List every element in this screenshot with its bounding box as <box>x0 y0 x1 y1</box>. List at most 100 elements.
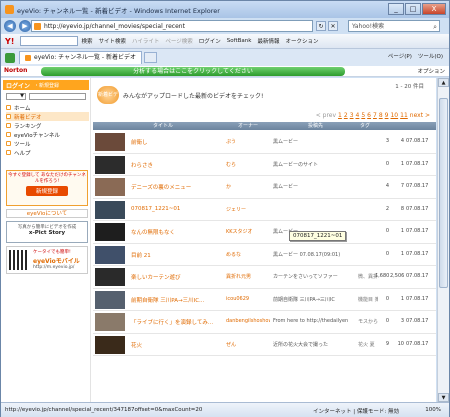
page-link[interactable]: 10 <box>390 112 398 119</box>
sidebar-item-new-videos[interactable]: 新着ビデオ <box>6 112 89 121</box>
video-title-link[interactable]: 花火 <box>131 341 221 349</box>
video-thumbnail[interactable] <box>95 223 125 241</box>
yahoo-search-input[interactable] <box>20 36 79 46</box>
new-tab-button[interactable] <box>143 52 157 63</box>
yahoo-logo[interactable]: Y! <box>5 37 14 46</box>
page-link[interactable]: 1 <box>338 112 342 119</box>
video-title-link[interactable]: わらさき <box>131 161 221 169</box>
forward-arrow-icon[interactable]: ▶ <box>19 20 31 32</box>
maximize-button[interactable]: □ <box>405 3 421 15</box>
about-link[interactable]: eyeVioについて <box>6 209 88 218</box>
owner-link[interactable]: 異折れ元男 <box>226 273 270 280</box>
owner-link[interactable]: ぷう <box>226 138 270 145</box>
page-link[interactable]: 8 <box>379 112 383 119</box>
toolbar-item[interactable]: 検索 <box>81 37 92 45</box>
page-link[interactable]: 2 <box>344 112 348 119</box>
back-arrow-icon[interactable]: ◀ <box>4 20 16 32</box>
next-link[interactable]: next > <box>410 112 430 119</box>
page-link[interactable]: 3 <box>350 112 354 119</box>
video-title-link[interactable]: 「ライブに行く」を演録してみ... <box>131 318 221 326</box>
address-buttons: ↻ ✕ <box>316 21 338 31</box>
toolbar-item[interactable]: ハイライト <box>132 37 159 45</box>
prev-link[interactable]: < prev <box>316 112 336 119</box>
owner-link[interactable]: danbengilshoshow <box>226 318 270 324</box>
page-link[interactable]: 6 <box>367 112 371 119</box>
sidebar-item-channels[interactable]: eyeVioチャンネル <box>6 130 89 139</box>
channel-icon <box>6 132 11 137</box>
toolbar-item[interactable]: 最新情報 <box>257 37 279 45</box>
toolbar-item[interactable]: ログイン <box>199 37 221 45</box>
video-thumbnail[interactable] <box>95 155 125 174</box>
page-link[interactable]: 9 <box>385 112 389 119</box>
page-link[interactable]: 5 <box>361 112 365 119</box>
video-title-link[interactable]: 目前 21 <box>131 251 221 259</box>
tools-menu[interactable]: ツール(O) <box>418 52 443 60</box>
page-content: ログイン ・新規登録 ▼ ホーム 新着ビデオ ランキング eyeVioチャンネル… <box>1 78 436 402</box>
sidebar-search-input[interactable] <box>29 93 86 100</box>
search-icon[interactable]: ⌕ <box>433 22 437 33</box>
toolbar-item[interactable]: サイト検索 <box>98 37 126 45</box>
address-bar[interactable]: http://eyevio.jp/channel_movies/special_… <box>31 20 313 32</box>
sidebar-item-help[interactable]: ヘルプ <box>6 148 89 157</box>
stop-icon[interactable]: ✕ <box>328 21 338 31</box>
video-thumbnail[interactable] <box>95 268 125 286</box>
owner-link[interactable]: KKスタジオ <box>226 228 270 235</box>
view-count: 2 <box>385 205 389 212</box>
table-row: 070817_1221~01 ジェリー 2 8 07.08.17 <box>93 199 436 221</box>
video-thumbnail[interactable] <box>95 245 125 264</box>
register-link[interactable]: ・新規登録 <box>34 82 59 89</box>
minimize-button[interactable]: _ <box>388 3 404 15</box>
video-thumbnail[interactable] <box>95 290 125 309</box>
owner-link[interactable]: ぜん <box>226 341 270 348</box>
sidebar-item-ranking[interactable]: ランキング <box>6 121 89 130</box>
login-link[interactable]: ログイン <box>6 81 30 90</box>
page-link[interactable]: 4 <box>356 112 360 119</box>
tab-active[interactable]: eyeVio: チャンネル一覧 - 新着ビデオ <box>19 51 142 64</box>
video-title-link[interactable]: 前期自衛隊 三川PA→三川IC... <box>131 296 221 304</box>
refresh-icon[interactable]: ↻ <box>316 21 326 31</box>
video-thumbnail[interactable] <box>95 313 125 331</box>
scroll-thumb[interactable] <box>439 98 448 288</box>
browser-window: eyeVio: チャンネル一覧 - 新着ビデオ - Windows Intern… <box>0 0 450 417</box>
video-thumbnail[interactable] <box>95 335 125 354</box>
norton-logo: Norton <box>4 67 28 74</box>
page-link[interactable]: 11 <box>400 112 408 119</box>
xpict-banner[interactable]: 写真から簡単にビデオを作成 x-Pict Story <box>6 221 88 243</box>
toolbar-item[interactable]: ページ検索 <box>165 37 192 45</box>
norton-message[interactable]: 分析する場合はここをクリックしてください <box>41 67 345 76</box>
video-title-link[interactable]: 前衛し <box>131 138 221 146</box>
status-url: http://eyevio.jp/channel/special_recent/… <box>5 407 203 413</box>
vertical-scrollbar[interactable]: ▲ ▼ <box>437 78 449 402</box>
page-menu[interactable]: ページ(P) <box>388 52 412 60</box>
favorites-star-icon[interactable] <box>5 52 15 63</box>
video-thumbnail[interactable] <box>95 178 125 196</box>
norton-options[interactable]: オプション <box>417 67 445 75</box>
search-input[interactable]: Yahoo!検索 ⌕ <box>348 20 440 32</box>
page-link[interactable]: 7 <box>373 112 377 119</box>
close-button[interactable]: X <box>422 3 446 15</box>
owner-link[interactable]: icou0629 <box>226 296 270 302</box>
owner-link[interactable]: むら <box>226 161 270 168</box>
video-thumbnail[interactable] <box>95 200 125 219</box>
video-title-link[interactable]: 楽しいカーテン遊び <box>131 273 221 281</box>
owner-link[interactable]: ジェリー <box>226 206 270 213</box>
banner-title: x-Pict Story <box>28 230 66 236</box>
video-title-link[interactable]: なんの無限もなく <box>131 228 221 236</box>
mobile-banner[interactable]: ケータイでも簡単! eyeVioモバイル http://m.eyevio.jp/ <box>6 246 88 274</box>
owner-link[interactable]: か <box>226 183 270 190</box>
scroll-up-icon[interactable]: ▲ <box>438 78 449 87</box>
main-content: 新着ビデオ みんながアップロードした最新のビデオをチェック! 1 - 20 件目… <box>91 78 436 402</box>
video-title-link[interactable]: 070817_1221~01 <box>131 206 221 212</box>
video-thumbnail[interactable] <box>95 133 125 151</box>
register-button[interactable]: 新規登録 <box>25 186 68 196</box>
owner-link[interactable]: めるな <box>226 251 270 258</box>
sidebar-item-tools[interactable]: ツール <box>6 139 89 148</box>
toolbar-item[interactable]: オークション <box>285 37 318 45</box>
toolbar-item[interactable]: SoftBank <box>227 38 252 44</box>
sidebar-item-home[interactable]: ホーム <box>6 103 89 112</box>
video-table: 前衛し ぷう 黒ムービー 3 4 07.08.17 わらさき むら 黒ムービーのサイト 0 1 07.… <box>93 131 436 356</box>
scroll-down-icon[interactable]: ▼ <box>438 393 449 402</box>
video-title-link[interactable]: デニーズの裏のメニュー <box>131 183 221 191</box>
search-type-select[interactable]: ▼ <box>6 93 26 100</box>
zoom-level[interactable]: 100% <box>425 407 441 413</box>
